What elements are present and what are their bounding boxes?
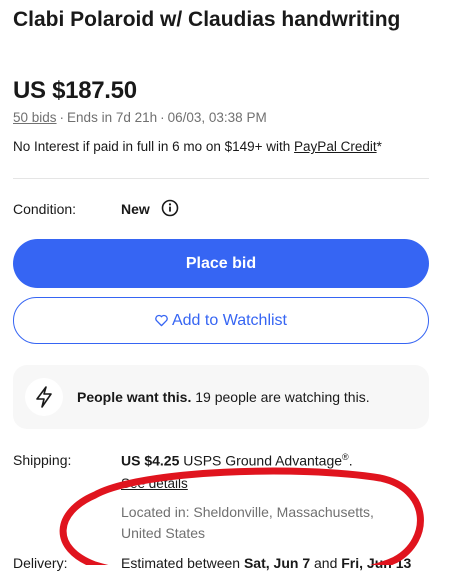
separator-dot: ·: [160, 110, 165, 125]
separator-dot: ·: [59, 110, 65, 125]
shipping-label: Shipping:: [13, 452, 72, 468]
heart-icon: [155, 314, 168, 327]
delivery-and: and: [310, 555, 342, 571]
delivery-label: Delivery:: [13, 555, 68, 571]
ends-in: Ends in 7d 21h: [67, 110, 158, 125]
promo-suffix: *: [376, 139, 382, 154]
shipping-period: .: [348, 452, 353, 469]
promo-text: No Interest if paid in full in 6 mo on $…: [13, 139, 295, 154]
place-bid-button[interactable]: Place bid: [13, 239, 429, 288]
bid-meta: 50 bids · Ends in 7d 21h · 06/03, 03:38 PM: [13, 110, 267, 125]
shipping-value: US $4.25 USPS Ground Advantage®.: [121, 452, 353, 469]
item-location: Located in: Sheldonville, Massachusetts,…: [121, 504, 374, 541]
item-title: Clabi Polaroid w/ Claudias handwriting: [13, 8, 401, 31]
watchers-text: People want this. 19 people are watching…: [77, 389, 370, 405]
paypal-credit-link[interactable]: PayPal Credit: [294, 139, 377, 154]
shipping-price: US $4.25: [121, 452, 180, 469]
financing-promo: No Interest if paid in full in 6 mo on $…: [13, 139, 382, 154]
info-icon[interactable]: [161, 199, 179, 217]
end-time: 06/03, 03:38 PM: [167, 110, 267, 125]
watchlist-label: Add to Watchlist: [171, 311, 287, 329]
lightning-icon: [36, 386, 52, 408]
urgency-signal: People want this. 19 people are watching…: [13, 365, 429, 429]
delivery-date-end: Fri, Jun 13: [341, 555, 412, 571]
delivery-value: Estimated between Sat, Jun 7 and Fri, Ju…: [121, 555, 411, 571]
delivery-prefix: Estimated between: [121, 555, 244, 571]
item-price: US $187.50: [13, 77, 137, 104]
watchers-headline: People want this.: [77, 389, 192, 405]
delivery-date-start: Sat, Jun 7: [243, 555, 311, 571]
shipping-service: USPS Ground Advantage: [179, 452, 343, 469]
registered-mark: ®: [342, 452, 349, 462]
condition-value: New: [121, 201, 150, 217]
bids-link[interactable]: 50 bids: [13, 110, 57, 125]
lightning-icon-badge: [25, 378, 63, 416]
divider: [13, 178, 429, 179]
watchers-count: 19 people are watching this.: [191, 389, 370, 405]
condition-label: Condition:: [13, 201, 77, 217]
see-details-link[interactable]: See details: [121, 476, 188, 491]
add-to-watchlist-button[interactable]: Add to Watchlist: [13, 297, 429, 344]
